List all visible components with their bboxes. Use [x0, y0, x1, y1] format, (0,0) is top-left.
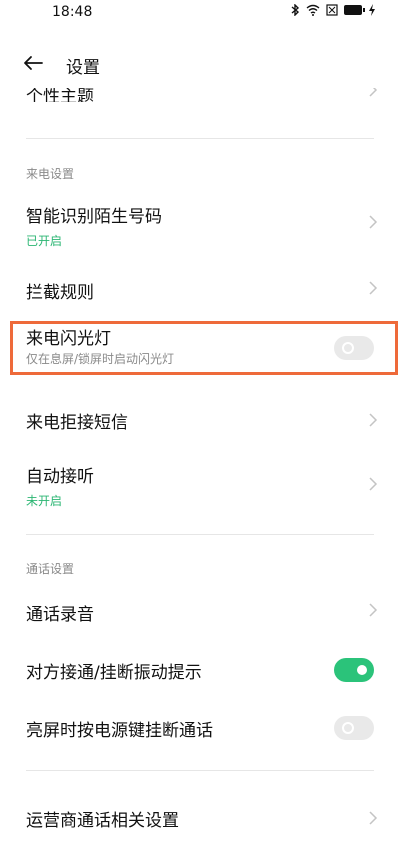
vibrate-hint-toggle[interactable] — [334, 658, 374, 682]
row-reject-sms[interactable]: 来电拒接短信 — [0, 392, 406, 448]
row-theme[interactable]: 个性主题 — [0, 88, 406, 102]
charging-icon — [369, 4, 375, 16]
row-subtitle: 仅在息屏/锁屏时启动闪光灯 — [26, 352, 175, 366]
row-title: 对方接通/挂断振动提示 — [26, 663, 202, 683]
row-title: 来电闪光灯 — [26, 329, 111, 349]
row-intercept-rules[interactable]: 拦截规则 — [0, 264, 406, 312]
row-vibrate-hint[interactable]: 对方接通/挂断振动提示 — [0, 646, 406, 694]
row-title: 亮屏时按电源键挂断通话 — [26, 721, 213, 741]
row-unknown-number[interactable]: 智能识别陌生号码 已开启 — [0, 192, 406, 254]
row-title: 运营商通话相关设置 — [26, 811, 179, 831]
row-title: 拦截规则 — [26, 283, 94, 303]
row-carrier-settings[interactable]: 运营商通话相关设置 — [0, 796, 406, 844]
row-auto-answer[interactable]: 自动接听 未开启 — [0, 452, 406, 522]
flash-light-toggle[interactable] — [334, 336, 374, 360]
row-status: 未开启 — [26, 494, 63, 508]
chevron-right-icon — [369, 413, 378, 427]
chevron-right-icon — [369, 215, 378, 229]
page-title: 设置 — [66, 58, 100, 78]
divider — [26, 770, 374, 771]
header: 设置 — [0, 44, 406, 88]
toggle-knob — [357, 665, 367, 675]
row-status: 已开启 — [26, 234, 63, 248]
chevron-right-icon — [369, 88, 378, 97]
row-title: 自动接听 — [26, 467, 94, 487]
row-title: 通话录音 — [26, 605, 94, 625]
status-time: 18:48 — [52, 4, 93, 20]
chevron-right-icon — [369, 477, 378, 491]
power-key-hangup-toggle[interactable] — [334, 716, 374, 740]
section-label-incoming: 来电设置 — [26, 167, 75, 181]
row-title: 来电拒接短信 — [26, 413, 128, 433]
row-flash-light[interactable]: 来电闪光灯 仅在息屏/锁屏时启动闪光灯 — [0, 324, 406, 372]
chevron-right-icon — [369, 281, 378, 295]
divider — [26, 534, 374, 535]
chevron-right-icon — [369, 603, 378, 617]
row-title: 个性主题 — [26, 88, 94, 102]
status-bar: 18:48 — [0, 0, 406, 28]
bluetooth-icon — [291, 4, 300, 16]
row-power-key-hangup[interactable]: 亮屏时按电源键挂断通话 — [0, 704, 406, 752]
sim-icon — [326, 4, 338, 16]
toggle-knob — [342, 342, 354, 354]
section-label-call: 通话设置 — [26, 562, 75, 576]
battery-icon — [344, 5, 365, 15]
row-call-recording[interactable]: 通话录音 — [0, 588, 406, 636]
row-title: 智能识别陌生号码 — [26, 207, 162, 227]
arrow-left-icon[interactable] — [22, 52, 44, 74]
toggle-knob — [342, 722, 354, 734]
chevron-right-icon — [369, 811, 378, 825]
wifi-icon — [306, 4, 320, 16]
status-icons — [290, 4, 376, 16]
divider — [26, 138, 374, 139]
